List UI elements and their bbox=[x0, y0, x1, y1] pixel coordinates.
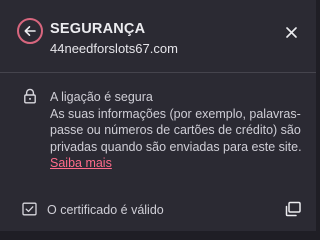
close-icon bbox=[285, 26, 297, 38]
header-divider bbox=[0, 72, 316, 73]
connection-info: A ligação é segura As suas informações (… bbox=[50, 89, 302, 172]
close-button[interactable] bbox=[281, 22, 301, 42]
arrow-left-icon bbox=[24, 26, 36, 36]
certificate-icon bbox=[22, 202, 37, 216]
learn-more-link[interactable]: Saiba mais bbox=[50, 156, 112, 170]
certificate-status: O certificado é válido bbox=[47, 203, 164, 217]
panel-title: SEGURANÇA bbox=[50, 21, 146, 37]
lock-icon bbox=[24, 88, 36, 104]
back-button[interactable] bbox=[17, 18, 43, 44]
certificate-row[interactable]: O certificado é válido bbox=[0, 198, 316, 224]
panel-header: SEGURANÇA 44needforslots67.com bbox=[0, 0, 316, 70]
site-host: 44needforslots67.com bbox=[50, 41, 178, 56]
security-panel: SEGURANÇA 44needforslots67.com A ligação… bbox=[0, 0, 316, 231]
connection-description: As suas informações (por exemplo, palavr… bbox=[50, 106, 302, 154]
connection-status: A ligação é segura bbox=[50, 90, 153, 104]
open-in-window-icon[interactable] bbox=[284, 200, 302, 218]
